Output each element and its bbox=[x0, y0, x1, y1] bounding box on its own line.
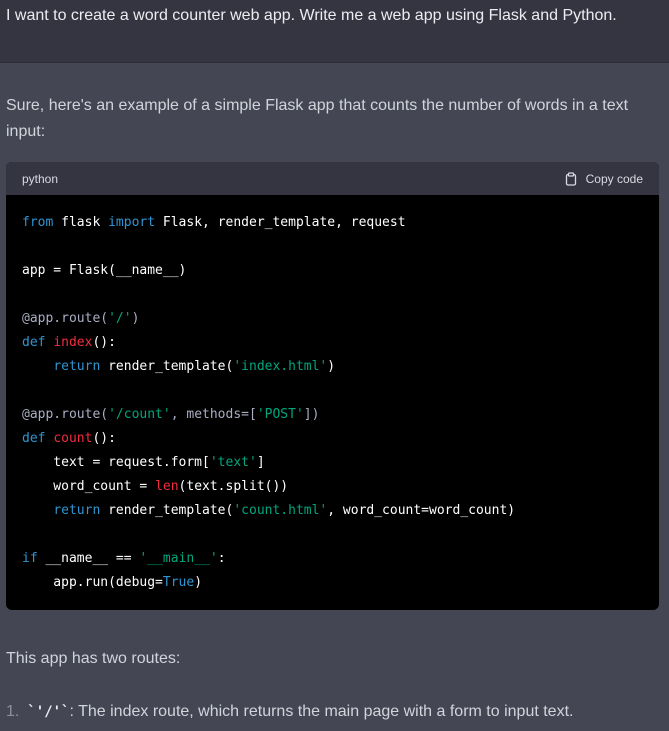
code-token: , methods=[ bbox=[170, 407, 257, 422]
code-token: @app.route( bbox=[22, 311, 109, 326]
assistant-message-row: Sure, here's an example of a simple Flas… bbox=[0, 63, 669, 731]
code-token: render_template( bbox=[100, 359, 234, 374]
code-token: 'count.html' bbox=[233, 503, 328, 518]
list-item: 1. `'/'`: The index route, which returns … bbox=[6, 703, 573, 721]
code-token: (text.split()) bbox=[178, 479, 289, 494]
code-token: index bbox=[53, 335, 93, 350]
code-token: flask bbox=[53, 215, 109, 230]
code-line: app = Flask(__name__) bbox=[22, 259, 643, 283]
code-token: count bbox=[53, 431, 93, 446]
code-token: Flask, render_template, request bbox=[155, 215, 406, 230]
code-token: text = request.form[ bbox=[22, 455, 210, 470]
code-line: return render_template('count.html', wor… bbox=[22, 499, 643, 523]
code-content: from flask import Flask, render_template… bbox=[6, 195, 659, 595]
copy-code-button[interactable]: Copy code bbox=[564, 172, 643, 186]
list-item-code: `'/'` bbox=[27, 704, 70, 720]
code-line: text = request.form['text'] bbox=[22, 451, 643, 475]
code-token: if bbox=[22, 551, 38, 566]
user-message-text: I want to create a word counter web app.… bbox=[6, 7, 617, 24]
code-token: (): bbox=[92, 335, 116, 350]
code-line: return render_template('index.html') bbox=[22, 355, 643, 379]
code-token: __name__ == bbox=[37, 551, 140, 566]
code-token: return bbox=[53, 503, 101, 518]
code-language-label: python bbox=[22, 171, 59, 186]
assistant-followup-text: This app has two routes: bbox=[6, 650, 181, 667]
code-token: 'index.html' bbox=[233, 359, 328, 374]
code-token: @app.route( bbox=[22, 407, 109, 422]
code-token: app = Flask(__name__) bbox=[22, 263, 187, 278]
code-line: word_count = len(text.split()) bbox=[22, 475, 643, 499]
clipboard-icon bbox=[565, 171, 576, 186]
code-token: render_template( bbox=[100, 503, 234, 518]
code-token: ) bbox=[194, 575, 203, 590]
code-token: '/' bbox=[108, 311, 132, 326]
user-message-row: I want to create a word counter web app.… bbox=[0, 0, 669, 63]
code-token: ) bbox=[327, 359, 336, 374]
code-line: @app.route('/count', methods=['POST']) bbox=[22, 403, 643, 427]
code-token: return bbox=[53, 359, 101, 374]
code-token: '__main__' bbox=[139, 551, 218, 566]
code-line: @app.route('/') bbox=[22, 307, 643, 331]
code-token: len bbox=[155, 479, 179, 494]
code-block-header: python Copy code bbox=[6, 162, 659, 195]
code-line: def index(): bbox=[22, 331, 643, 355]
list-item-number: 1. bbox=[6, 703, 20, 720]
code-token: app.run(debug= bbox=[22, 575, 163, 590]
code-token: '/count' bbox=[108, 407, 171, 422]
code-token: word_count = bbox=[22, 479, 156, 494]
list-item-text: : The index route, which returns the mai… bbox=[69, 703, 574, 720]
assistant-intro-text: Sure, here's an example of a simple Flas… bbox=[6, 97, 629, 140]
code-token: ]) bbox=[303, 407, 320, 422]
code-token: import bbox=[108, 215, 156, 230]
code-token: ) bbox=[131, 311, 140, 326]
code-token: 'text' bbox=[209, 455, 257, 470]
code-token: def bbox=[22, 431, 46, 446]
code-token: , word_count=word_count) bbox=[327, 503, 516, 518]
code-line: if __name__ == '__main__': bbox=[22, 547, 643, 571]
code-line: def count(): bbox=[22, 427, 643, 451]
copy-code-label: Copy code bbox=[585, 171, 643, 186]
code-token: ] bbox=[256, 455, 265, 470]
code-token: : bbox=[217, 551, 226, 566]
code-block: python Copy code from flask import Flask… bbox=[6, 162, 659, 610]
code-line: from flask import Flask, render_template… bbox=[22, 211, 643, 235]
code-line: app.run(debug=True) bbox=[22, 571, 643, 595]
code-token: True bbox=[162, 575, 195, 590]
code-token: from bbox=[22, 215, 54, 230]
code-token: (): bbox=[92, 431, 116, 446]
code-token: 'POST' bbox=[256, 407, 304, 422]
code-token: def bbox=[22, 335, 46, 350]
